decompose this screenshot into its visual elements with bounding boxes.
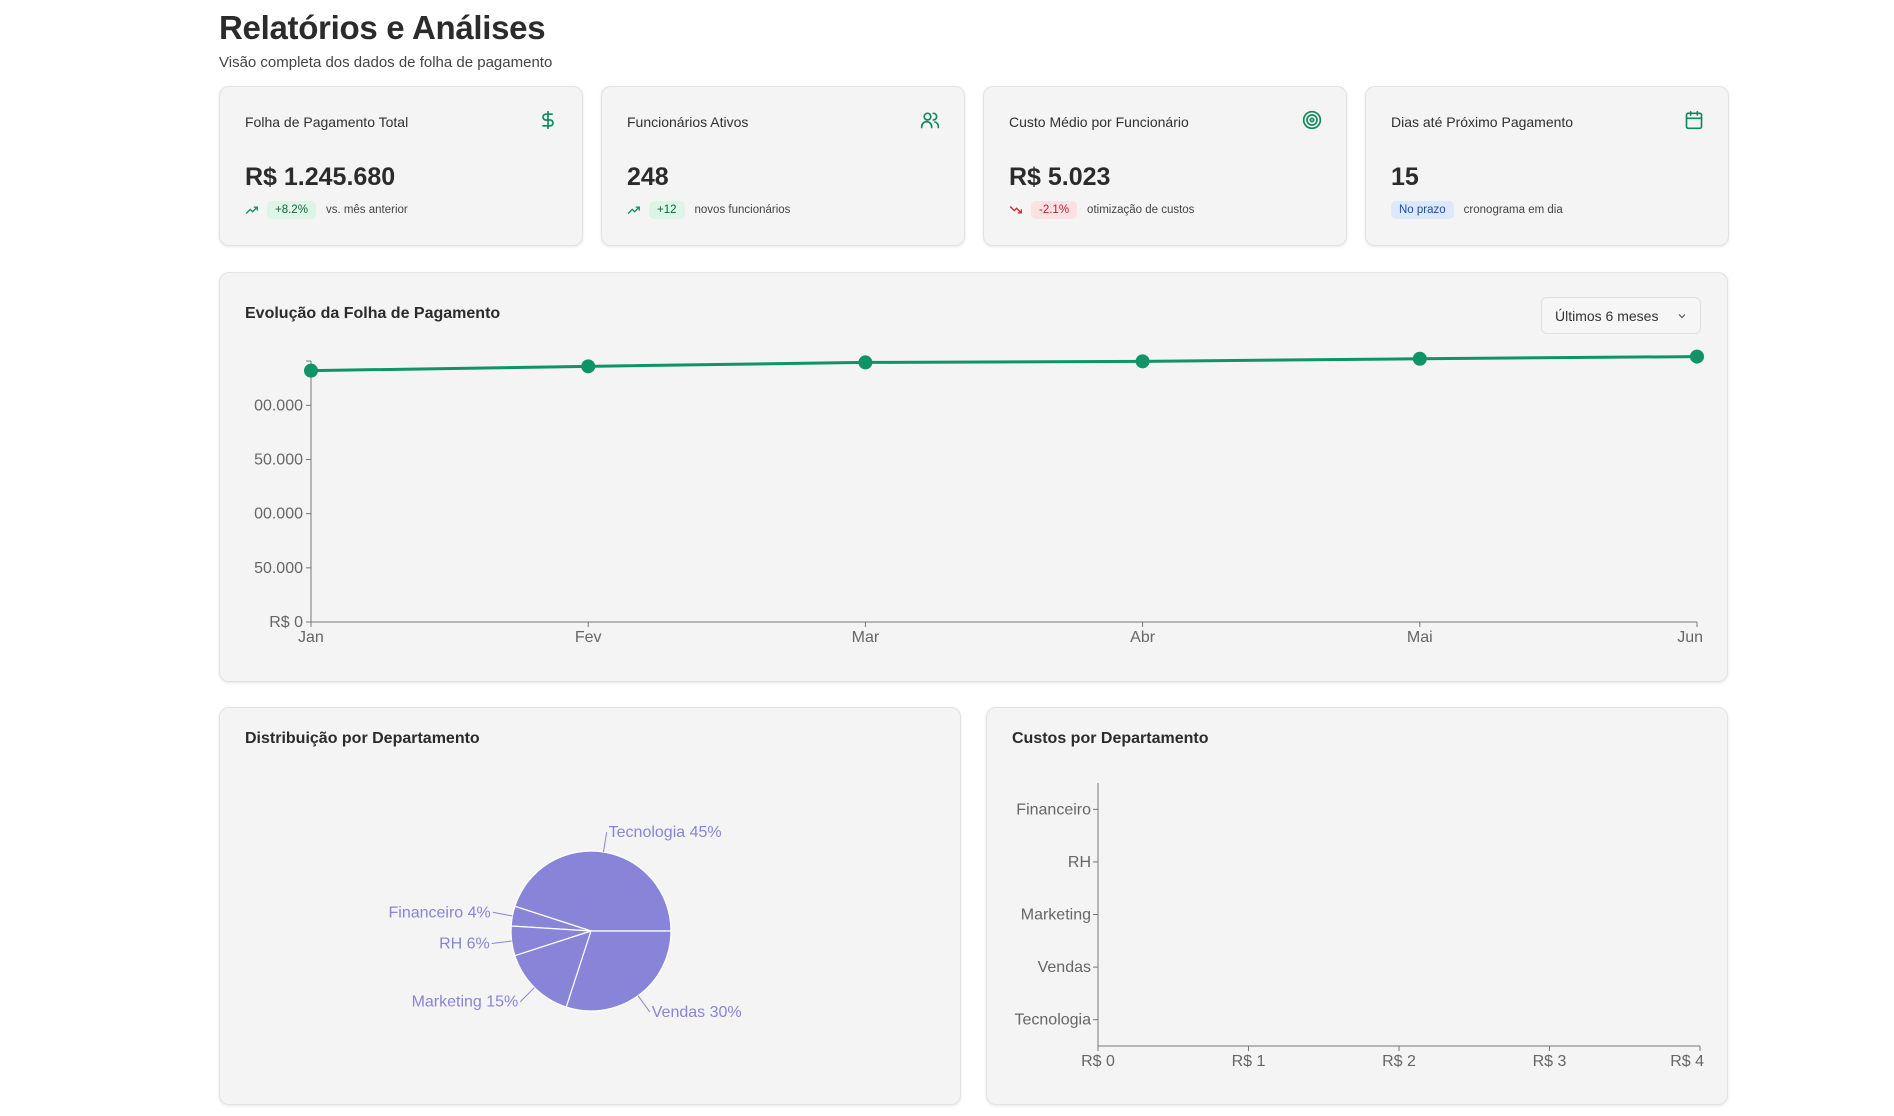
- x-tick-label: R$ 4: [1670, 1053, 1704, 1070]
- x-tick-label: R$ 3: [1533, 1053, 1567, 1070]
- department-bar-chart: Financeiro RH Marketing Vendas Tecnologia R$ …: [1015, 783, 1704, 1070]
- kpi-footer: No prazo cronograma em dia: [1391, 201, 1563, 219]
- kpi-value: R$ 1.245.680: [245, 163, 396, 191]
- page-title: Relatórios e Análises: [219, 9, 546, 46]
- data-point: [304, 363, 318, 378]
- trending-up-icon: [627, 206, 640, 214]
- pie-slice-label: Financeiro 4%: [388, 904, 490, 921]
- pie-slice-label: RH 6%: [439, 936, 490, 953]
- data-point: [1690, 349, 1704, 364]
- payroll-evolution-card: Evolução da Folha de Pagamento Últimos 6…: [219, 272, 1728, 682]
- pie-leader-line: [519, 987, 535, 1003]
- pie-leader-line: [603, 832, 608, 853]
- y-tick-label: 50.000: [254, 560, 303, 577]
- pie-slice-label: Tecnologia 45%: [609, 824, 722, 841]
- page-subtitle: Visão completa dos dados de folha de pag…: [219, 54, 553, 71]
- pie-leader-line: [637, 995, 651, 1013]
- kpi-card-days-to-payment: Dias até Próximo Pagamento 15 No prazo c…: [1365, 86, 1729, 246]
- kpi-value: 15: [1391, 163, 1419, 191]
- x-tick-label: Abr: [1130, 629, 1156, 646]
- y-tick-label: Financeiro: [1016, 801, 1091, 818]
- x-tick-label: Jan: [298, 629, 324, 646]
- data-point: [581, 359, 596, 374]
- x-tick-label: R$ 0: [1081, 1053, 1115, 1070]
- kpi-value: 248: [627, 163, 669, 191]
- trending-up-icon: [245, 206, 258, 214]
- trending-down-icon: [1009, 206, 1022, 214]
- kpi-footer: +8.2% vs. mês anterior: [245, 201, 408, 219]
- users-icon: [920, 112, 940, 129]
- kpi-note: cronograma em dia: [1463, 204, 1563, 216]
- kpi-footer: -2.1% otimização de custos: [1009, 201, 1194, 219]
- y-tick-label: RH: [1068, 854, 1091, 871]
- pie-slice-label: Marketing 15%: [412, 994, 519, 1011]
- kpi-badge: +12: [649, 201, 685, 219]
- kpi-title: Funcionários Ativos: [627, 114, 749, 130]
- kpi-title: Dias até Próximo Pagamento: [1391, 114, 1574, 130]
- x-tick-label: Jun: [1677, 629, 1703, 646]
- kpi-badge: No prazo: [1391, 201, 1454, 219]
- y-tick-label: 00.000: [254, 506, 303, 523]
- x-tick-label: R$ 2: [1382, 1053, 1416, 1070]
- department-pie-chart: Tecnologia 45% Financeiro 4% RH 6% Marketin…: [388, 824, 742, 1021]
- dollar-icon: [542, 110, 554, 130]
- kpi-footer: +12 novos funcionários: [627, 201, 790, 219]
- kpi-badge: +8.2%: [267, 201, 316, 219]
- kpi-note: novos funcionários: [694, 204, 791, 216]
- y-tick-label: 50.000: [254, 452, 303, 469]
- kpi-value: R$ 5.023: [1009, 163, 1111, 191]
- target-icon: [1302, 110, 1322, 130]
- kpi-title: Custo Médio por Funcionário: [1009, 114, 1189, 130]
- kpi-card-active-employees: Funcionários Ativos 248 +12 novos funcio…: [601, 86, 965, 246]
- pie-slice-label: Vendas 30%: [652, 1004, 742, 1021]
- calendar-icon: [1685, 110, 1703, 130]
- pie-leader-line: [491, 940, 512, 945]
- y-tick-label: Vendas: [1038, 959, 1091, 976]
- kpi-title: Folha de Pagamento Total: [245, 114, 409, 130]
- data-point: [1412, 351, 1427, 366]
- kpi-note: otimização de custos: [1087, 204, 1195, 216]
- x-tick-label: R$ 1: [1232, 1053, 1266, 1070]
- department-costs-card: Custos por Departamento Financeiro RH Mark…: [986, 707, 1728, 1105]
- payroll-line-chart: R$ 050.00000.00050.00000.000Jan Fev Mar Abr…: [254, 349, 1704, 646]
- data-point: [1135, 354, 1150, 369]
- page-header: Relatórios e Análises Visão completa dos…: [219, 8, 552, 71]
- kpi-badge: -2.1%: [1031, 201, 1078, 219]
- kpi-card-average-cost: Custo Médio por Funcionário R$ 5.023 -2.…: [983, 86, 1347, 246]
- kpi-note: vs. mês anterior: [325, 204, 408, 216]
- pie-leader-line: [492, 911, 513, 917]
- x-tick-label: Fev: [575, 629, 602, 646]
- y-tick-label: 00.000: [254, 397, 303, 414]
- x-tick-label: Mai: [1407, 629, 1433, 646]
- y-tick-label: Tecnologia: [1015, 1012, 1092, 1029]
- payroll-series-line: [310, 355, 1698, 373]
- department-distribution-card: Distribuição por Departamento Tecnologia…: [219, 707, 961, 1105]
- x-tick-label: Mar: [852, 629, 880, 646]
- kpi-card-total-payroll: Folha de Pagamento Total R$ 1.245.680 +8…: [219, 86, 583, 246]
- y-tick-label: Marketing: [1021, 907, 1091, 924]
- data-point: [858, 355, 873, 370]
